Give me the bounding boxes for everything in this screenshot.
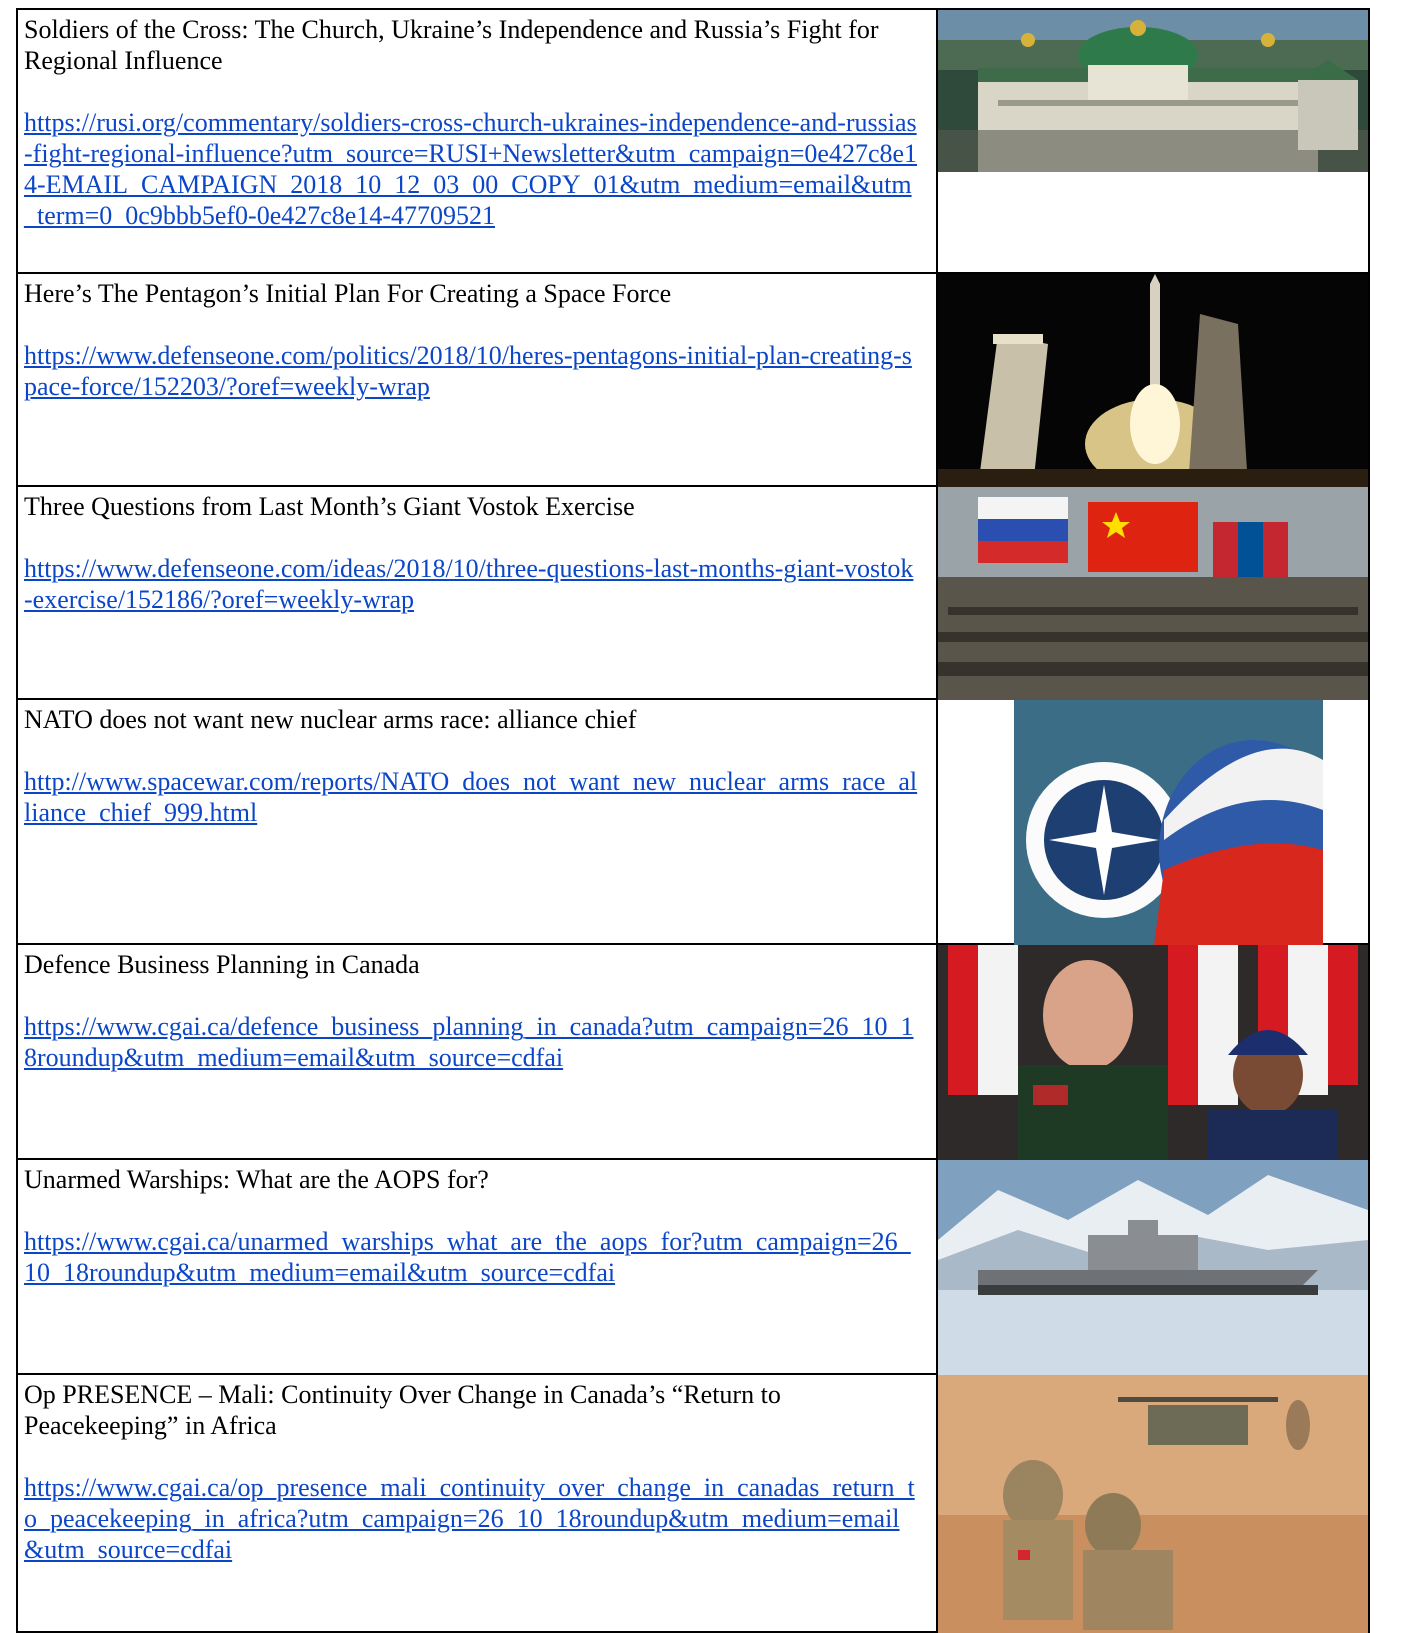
article-row: Defence Business Planning in Canada http…	[16, 943, 1370, 1160]
article-image-cell	[936, 1373, 1370, 1633]
article-row: Here’s The Pentagon’s Initial Plan For C…	[16, 272, 1370, 487]
article-row: Soldiers of the Cross: The Church, Ukrai…	[16, 8, 1370, 274]
article-title: Defence Business Planning in Canada	[24, 950, 420, 979]
article-title: Soldiers of the Cross: The Church, Ukrai…	[24, 15, 879, 75]
article-image-cell	[936, 272, 1370, 487]
article-link[interactable]: https://www.cgai.ca/op_presence_mali_con…	[24, 1472, 918, 1565]
article-text-cell: Here’s The Pentagon’s Initial Plan For C…	[16, 272, 938, 487]
article-row: Unarmed Warships: What are the AOPS for?…	[16, 1158, 1370, 1375]
article-link[interactable]: https://www.cgai.ca/defence_business_pla…	[24, 1011, 918, 1073]
article-row: Three Questions from Last Month’s Giant …	[16, 485, 1370, 700]
article-image-cell	[936, 943, 1370, 1160]
article-link[interactable]: https://www.defenseone.com/ideas/2018/10…	[24, 553, 918, 615]
article-text-cell: Three Questions from Last Month’s Giant …	[16, 485, 938, 700]
article-text-cell: Soldiers of the Cross: The Church, Ukrai…	[16, 8, 938, 274]
flags-exercise-photo	[938, 487, 1368, 700]
article-row: NATO does not want new nuclear arms race…	[16, 698, 1370, 945]
article-title: Three Questions from Last Month’s Giant …	[24, 492, 635, 521]
article-title: Here’s The Pentagon’s Initial Plan For C…	[24, 279, 672, 308]
desert-soldiers-photo	[938, 1375, 1368, 1633]
arctic-ship-photo	[938, 1160, 1368, 1375]
article-link[interactable]: https://www.defenseone.com/politics/2018…	[24, 340, 918, 402]
article-image-cell	[936, 1158, 1370, 1375]
article-text-cell: Defence Business Planning in Canada http…	[16, 943, 938, 1160]
article-image-cell	[936, 698, 1370, 945]
article-text-cell: Op PRESENCE – Mali: Continuity Over Chan…	[16, 1373, 938, 1633]
article-title: NATO does not want new nuclear arms race…	[24, 705, 637, 734]
article-table: Soldiers of the Cross: The Church, Ukrai…	[16, 8, 1370, 1633]
article-title: Op PRESENCE – Mali: Continuity Over Chan…	[24, 1380, 781, 1440]
article-image-cell	[936, 485, 1370, 700]
article-link[interactable]: https://rusi.org/commentary/soldiers-cro…	[24, 107, 918, 231]
article-image-cell	[936, 8, 1370, 274]
article-link[interactable]: https://www.cgai.ca/unarmed_warships_wha…	[24, 1226, 918, 1288]
article-row: Op PRESENCE – Mali: Continuity Over Chan…	[16, 1373, 1370, 1633]
monastery-photo	[938, 10, 1368, 172]
canada-officials-photo	[938, 945, 1368, 1160]
article-text-cell: NATO does not want new nuclear arms race…	[16, 698, 938, 945]
nato-russia-illustration	[1014, 700, 1323, 945]
article-link[interactable]: http://www.spacewar.com/reports/NATO_doe…	[24, 766, 918, 828]
article-text-cell: Unarmed Warships: What are the AOPS for?…	[16, 1158, 938, 1375]
article-title: Unarmed Warships: What are the AOPS for?	[24, 1165, 489, 1194]
rocket-launch-photo	[938, 274, 1368, 487]
